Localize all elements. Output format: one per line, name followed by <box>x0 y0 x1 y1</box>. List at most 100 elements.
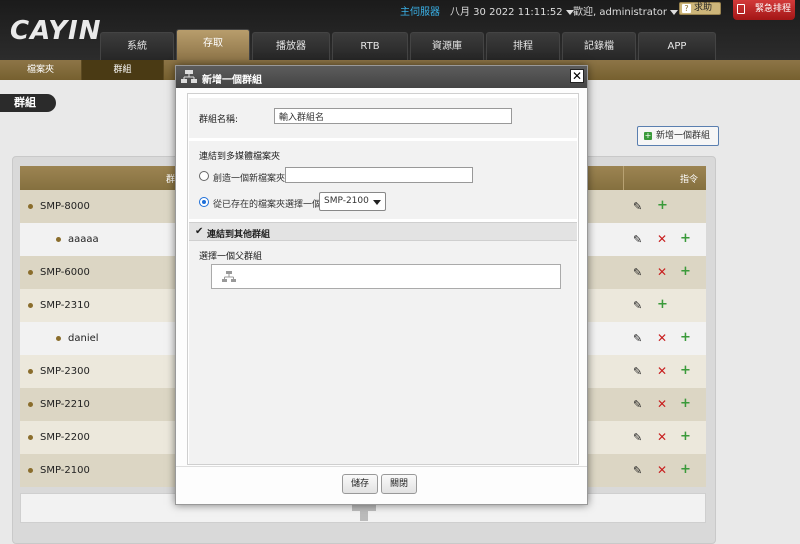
plus-icon: + <box>644 131 652 140</box>
folder-select-value: SMP-2100 <box>324 196 369 206</box>
group-name: SMP-8000 <box>40 201 90 212</box>
checkmark-icon: ✔ <box>195 226 204 237</box>
tab-system[interactable]: 系統 <box>100 32 174 60</box>
delete-icon[interactable]: ✕ <box>657 463 667 477</box>
user-text: 歡迎, administrator <box>573 7 667 18</box>
new-group-dialog: 新增一個群組 ✕ 群組名稱: 連結到多媒體檔案夾 創造一個新檔案夾 從已存在的檔… <box>175 65 588 505</box>
chevron-down-icon <box>373 200 381 205</box>
delete-icon[interactable]: ✕ <box>657 364 667 378</box>
datetime-dropdown[interactable]: 八月 30 2022 11:11:52 <box>450 3 574 18</box>
tab-library[interactable]: 資源庫 <box>410 32 484 60</box>
server-link[interactable]: 主伺服器 <box>400 3 440 18</box>
edit-icon[interactable]: ✎ <box>633 299 643 312</box>
help-button[interactable]: ? 求助 <box>679 2 721 15</box>
edit-icon[interactable]: ✎ <box>633 266 643 279</box>
link-group-section: ✔ 連結到其他群組 選擇一個父群組 <box>189 222 577 464</box>
user-menu[interactable]: 歡迎, administrator <box>573 3 678 18</box>
tab-access[interactable]: 存取 <box>176 29 250 60</box>
document-icon <box>737 4 745 14</box>
add-subgroup-icon[interactable]: + <box>680 363 691 378</box>
group-icon <box>181 70 197 83</box>
subtab-groups[interactable]: 群組 <box>82 60 164 80</box>
page-title: 群組 <box>0 94 56 112</box>
group-name: SMP-2210 <box>40 399 90 410</box>
dialog-titlebar: 新增一個群組 ✕ <box>176 66 587 88</box>
close-icon[interactable]: ✕ <box>570 69 584 83</box>
emergency-label: 緊急排程 <box>754 4 791 14</box>
add-subgroup-icon[interactable]: + <box>680 231 691 246</box>
delete-icon[interactable]: ✕ <box>657 397 667 411</box>
add-group-label: 新增一個群組 <box>656 131 711 141</box>
delete-icon[interactable]: ✕ <box>657 265 667 279</box>
group-name-section: 群組名稱: <box>189 98 577 138</box>
cayin-logo: CAYIN <box>10 16 102 46</box>
add-subgroup-icon[interactable]: + <box>657 297 668 312</box>
bullet-icon <box>56 336 61 341</box>
tab-app[interactable]: APP <box>638 32 716 60</box>
dialog-footer: 儲存 關閉 <box>176 466 587 504</box>
column-divider <box>623 166 624 190</box>
add-subgroup-icon[interactable]: + <box>680 264 691 279</box>
dialog-body: 群組名稱: 連結到多媒體檔案夾 創造一個新檔案夾 從已存在的檔案夾選擇一個 SM… <box>187 93 579 465</box>
edit-icon[interactable]: ✎ <box>633 233 643 246</box>
resize-handle[interactable] <box>352 505 376 521</box>
add-subgroup-icon[interactable]: + <box>680 330 691 345</box>
group-name: SMP-2310 <box>40 300 90 311</box>
link-group-label: 連結到其他群組 <box>207 230 271 240</box>
edit-icon[interactable]: ✎ <box>633 398 643 411</box>
link-group-header[interactable]: ✔ 連結到其他群組 <box>189 223 577 241</box>
close-button[interactable]: 關閉 <box>381 474 417 494</box>
datetime-text: 八月 30 2022 11:11:52 <box>450 7 563 18</box>
bullet-icon <box>28 270 33 275</box>
handle-stem <box>360 511 368 521</box>
add-subgroup-icon[interactable]: + <box>657 198 668 213</box>
tab-rtb[interactable]: RTB <box>332 32 408 60</box>
link-folder-section: 連結到多媒體檔案夾 創造一個新檔案夾 從已存在的檔案夾選擇一個 SMP-2100 <box>189 141 577 219</box>
create-folder-radio[interactable] <box>199 171 209 181</box>
add-subgroup-icon[interactable]: + <box>680 429 691 444</box>
bullet-icon <box>28 435 33 440</box>
bullet-icon <box>28 468 33 473</box>
group-name: SMP-2300 <box>40 366 90 377</box>
bullet-icon <box>28 369 33 374</box>
add-group-button[interactable]: + 新增一個群組 <box>637 126 719 146</box>
column-header-command: 指令 <box>680 175 699 185</box>
dialog-title: 新增一個群組 <box>202 75 262 86</box>
existing-folder-radio[interactable] <box>199 197 209 207</box>
edit-icon[interactable]: ✎ <box>633 431 643 444</box>
existing-folder-label: 從已存在的檔案夾選擇一個 <box>213 200 322 210</box>
subtab-folders[interactable]: 檔案夾 <box>0 60 82 80</box>
bullet-icon <box>28 303 33 308</box>
group-name: SMP-2100 <box>40 465 90 476</box>
edit-icon[interactable]: ✎ <box>633 332 643 345</box>
edit-icon[interactable]: ✎ <box>633 365 643 378</box>
delete-icon[interactable]: ✕ <box>657 430 667 444</box>
bullet-icon <box>28 204 33 209</box>
bullet-icon <box>28 402 33 407</box>
group-name: aaaaa <box>68 234 99 245</box>
save-button[interactable]: 儲存 <box>342 474 378 494</box>
add-subgroup-icon[interactable]: + <box>680 396 691 411</box>
group-name-input[interactable] <box>274 108 512 124</box>
group-name: daniel <box>68 333 99 344</box>
delete-icon[interactable]: ✕ <box>657 232 667 246</box>
group-name-label: 群組名稱: <box>199 115 239 125</box>
tab-player[interactable]: 播放器 <box>252 32 330 60</box>
create-folder-label: 創造一個新檔案夾 <box>213 174 286 184</box>
tab-schedule[interactable]: 排程 <box>486 32 560 60</box>
edit-icon[interactable]: ✎ <box>633 200 643 213</box>
column-header-group: 群 <box>166 175 176 185</box>
delete-icon[interactable]: ✕ <box>657 331 667 345</box>
parent-group-tree[interactable] <box>211 264 561 289</box>
new-folder-input[interactable] <box>285 167 473 183</box>
tree-icon <box>222 271 236 282</box>
chevron-down-icon <box>670 9 678 15</box>
add-subgroup-icon[interactable]: + <box>680 462 691 477</box>
edit-icon[interactable]: ✎ <box>633 464 643 477</box>
emergency-schedule-button[interactable]: 緊急排程 <box>733 0 795 20</box>
group-name: SMP-2200 <box>40 432 90 443</box>
bullet-icon <box>56 237 61 242</box>
tab-logs[interactable]: 記錄檔 <box>562 32 636 60</box>
question-icon: ? <box>682 4 691 13</box>
folder-select[interactable]: SMP-2100 <box>319 192 386 211</box>
